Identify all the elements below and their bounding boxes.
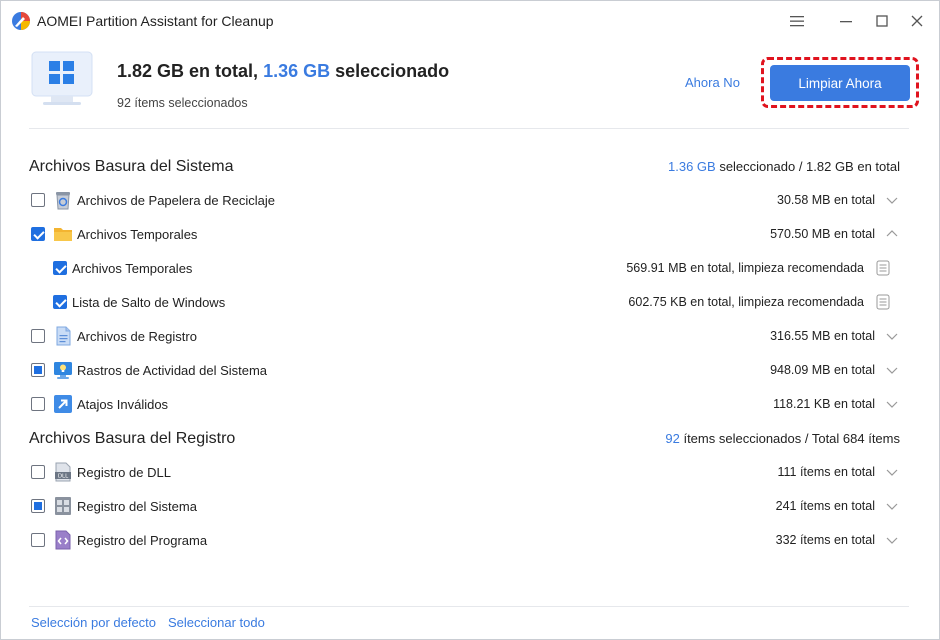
list-item-invalid-shortcuts[interactable]: Atajos Inválidos 118.21 KB en total: [1, 387, 939, 421]
system-section-title: Archivos Basura del Sistema: [29, 158, 234, 175]
registry-selected-count: 92: [665, 431, 680, 446]
registry-section-summary: 92 ítems seleccionados / Total 684 ítems: [665, 431, 900, 446]
footer-divider: [29, 606, 909, 607]
chevron-up-icon[interactable]: [886, 229, 898, 239]
chevron-down-icon[interactable]: [886, 331, 898, 341]
system-registry-icon: [55, 497, 71, 515]
header-divider: [29, 128, 909, 129]
close-icon: [911, 15, 923, 27]
hamburger-icon: [790, 16, 804, 27]
item-value: 569.91 MB en total, limpieza recomendada: [626, 261, 864, 275]
checkbox[interactable]: [53, 295, 67, 309]
item-label: Rastros de Actividad del Sistema: [77, 363, 268, 378]
computer-icon: [31, 51, 93, 105]
monitor-bulb-icon: [54, 362, 72, 379]
program-registry-icon: [55, 530, 71, 550]
chevron-down-icon[interactable]: [886, 195, 898, 205]
list-item-dll-registry[interactable]: DLL Registro de DLL 111 ítems en total: [1, 455, 939, 489]
total-suffix: en total,: [184, 61, 264, 81]
folder-icon: [54, 228, 72, 241]
summary-totals: 1.82 GB en total, 1.36 GB seleccionado: [117, 61, 449, 82]
minimize-button[interactable]: [833, 9, 859, 33]
list-item-activity-traces[interactable]: Rastros de Actividad del Sistema 948.09 …: [1, 353, 939, 387]
later-link[interactable]: Ahora No: [685, 75, 740, 90]
cleanup-now-button[interactable]: Limpiar Ahora: [770, 65, 910, 101]
checkbox[interactable]: [31, 397, 45, 411]
checkbox[interactable]: [31, 193, 45, 207]
item-value: 111 ítems en total: [777, 465, 875, 479]
chevron-down-icon[interactable]: [886, 365, 898, 375]
item-value: 241 ítems en total: [775, 499, 875, 513]
recycle-bin-icon: [56, 192, 70, 210]
item-value: 316.55 MB en total: [770, 329, 875, 343]
svg-text:DLL: DLL: [58, 474, 69, 480]
item-value: 332 ítems en total: [775, 533, 875, 547]
details-list-icon[interactable]: [876, 294, 890, 310]
maximize-button[interactable]: [869, 9, 895, 33]
item-label: Archivos Temporales: [72, 261, 193, 276]
checkbox[interactable]: [31, 227, 45, 241]
select-all-link[interactable]: Seleccionar todo: [168, 615, 265, 630]
item-label: Registro del Programa: [77, 533, 208, 548]
chevron-down-icon[interactable]: [886, 501, 898, 511]
window-title: AOMEI Partition Assistant for Cleanup: [37, 13, 274, 29]
minimize-icon: [840, 21, 852, 23]
registry-section-title: Archivos Basura del Registro: [29, 430, 236, 447]
total-size: 1.82 GB: [117, 61, 185, 81]
dll-icon: DLL: [55, 462, 71, 482]
list-item-system-registry[interactable]: Registro del Sistema 241 ítems en total: [1, 489, 939, 523]
item-label: Archivos Temporales: [77, 227, 198, 242]
shortcut-icon: [54, 395, 72, 413]
chevron-down-icon[interactable]: [886, 399, 898, 409]
item-value: 570.50 MB en total: [770, 227, 875, 241]
list-item-temp-files[interactable]: Archivos Temporales 570.50 MB en total: [1, 217, 939, 251]
item-value: 30.58 MB en total: [777, 193, 875, 207]
checkbox[interactable]: [31, 465, 45, 479]
log-file-icon: [56, 326, 71, 346]
registry-summary-rest: ítems seleccionados / Total 684 ítems: [679, 431, 900, 446]
sub-item-jump-list[interactable]: Lista de Salto de Windows 602.75 KB en t…: [1, 285, 939, 319]
selected-suffix: seleccionado: [330, 61, 450, 81]
title-bar: AOMEI Partition Assistant for Cleanup: [1, 1, 939, 41]
details-list-icon[interactable]: [876, 260, 890, 276]
default-selection-link[interactable]: Selección por defecto: [31, 615, 156, 630]
maximize-icon: [876, 15, 888, 27]
list-item-recycle-bin[interactable]: Archivos de Papelera de Reciclaje 30.58 …: [1, 183, 939, 217]
system-summary-rest: seleccionado / 1.82 GB en total: [715, 159, 900, 174]
items-selected-count: 92 ítems seleccionados: [117, 96, 248, 110]
item-label: Archivos de Registro: [77, 329, 197, 344]
app-window: AOMEI Partition Assistant for Cleanup 1.…: [0, 0, 940, 640]
checkbox[interactable]: [31, 363, 45, 377]
system-selected-size: 1.36 GB: [668, 159, 716, 174]
close-button[interactable]: [904, 9, 930, 33]
chevron-down-icon[interactable]: [886, 535, 898, 545]
item-label: Atajos Inválidos: [77, 397, 169, 412]
checkbox[interactable]: [31, 329, 45, 343]
item-value: 948.09 MB en total: [770, 363, 875, 377]
app-logo-icon: [12, 12, 30, 30]
list-item-program-registry[interactable]: Registro del Programa 332 ítems en total: [1, 523, 939, 557]
menu-button[interactable]: [784, 9, 810, 33]
checkbox[interactable]: [53, 261, 67, 275]
system-section-summary: 1.36 GB seleccionado / 1.82 GB en total: [668, 159, 900, 174]
sub-item-temp-files[interactable]: Archivos Temporales 569.91 MB en total, …: [1, 251, 939, 285]
item-value: 602.75 KB en total, limpieza recomendada: [628, 295, 864, 309]
checkbox[interactable]: [31, 499, 45, 513]
item-label: Registro del Sistema: [77, 499, 197, 514]
selected-size: 1.36 GB: [263, 61, 331, 81]
list-item-log-files[interactable]: Archivos de Registro 316.55 MB en total: [1, 319, 939, 353]
summary-header: 1.82 GB en total, 1.36 GB seleccionado 9…: [1, 41, 939, 129]
item-label: Archivos de Papelera de Reciclaje: [77, 193, 275, 208]
chevron-down-icon[interactable]: [886, 467, 898, 477]
item-label: Registro de DLL: [77, 465, 171, 480]
item-value: 118.21 KB en total: [773, 397, 875, 411]
checkbox[interactable]: [31, 533, 45, 547]
item-label: Lista de Salto de Windows: [72, 295, 226, 310]
